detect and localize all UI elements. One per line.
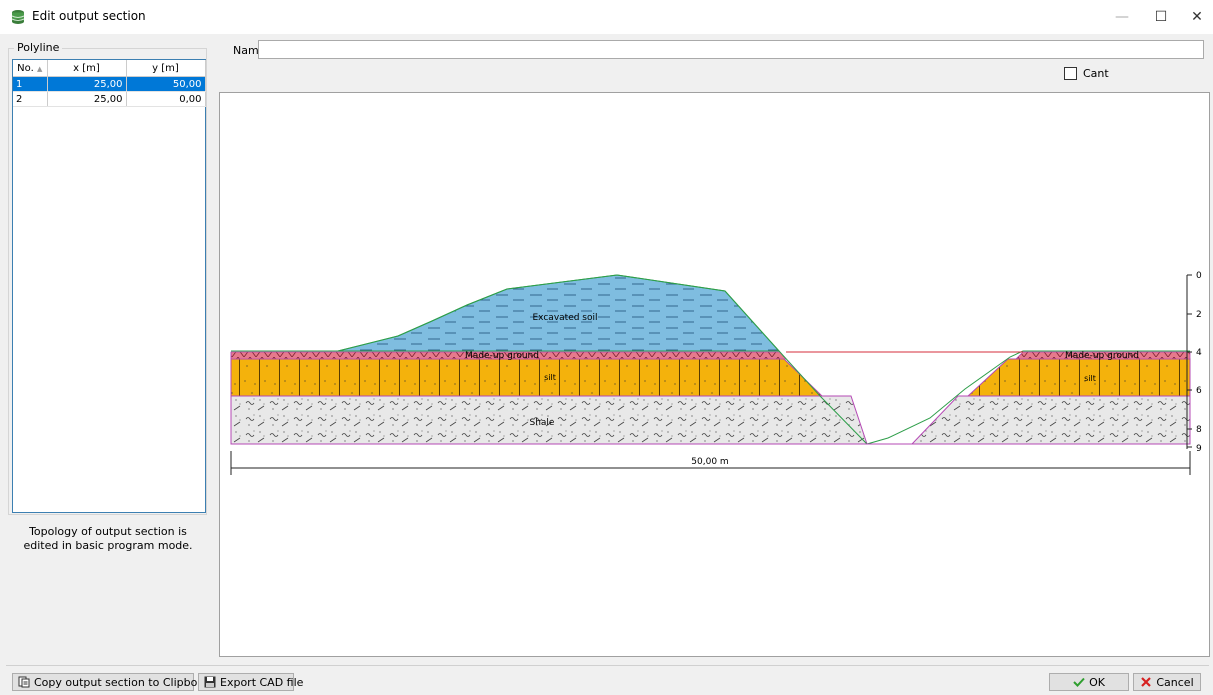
label-madeup-right: Made-up ground xyxy=(1065,351,1139,361)
silt-layer-right xyxy=(966,358,1191,397)
table-row[interactable]: 1 25,00 50,00 xyxy=(13,76,206,92)
depth-tick: 0 xyxy=(1196,271,1202,281)
ok-button-label: OK xyxy=(1089,675,1105,689)
shale-layer-right xyxy=(910,395,1191,445)
dimension-label: 50,00 m xyxy=(691,457,728,467)
copy-to-clipboard-button[interactable]: Copy output section to Clipboard xyxy=(12,673,215,691)
cross-section-drawing: Excavated soil Made-up ground silt Made-… xyxy=(230,271,1202,475)
checkmark-icon xyxy=(1073,676,1085,688)
label-madeup-left: Made-up ground xyxy=(465,351,539,361)
ok-button[interactable]: OK xyxy=(1049,673,1129,691)
column-header-x[interactable]: x [m] xyxy=(47,60,127,77)
cell-y[interactable]: 50,00 xyxy=(126,76,206,92)
polyline-legend: Polyline xyxy=(14,41,63,54)
cell-x[interactable]: 25,00 xyxy=(47,76,127,92)
cell-x[interactable]: 25,00 xyxy=(47,91,127,107)
depth-tick: 2 xyxy=(1196,310,1202,320)
label-silt: silt xyxy=(544,373,556,382)
depth-tick: 4 xyxy=(1196,348,1202,358)
label-shale: Shale xyxy=(530,418,555,428)
depth-tick: 8 xyxy=(1196,425,1202,435)
window-title: Edit output section xyxy=(32,9,146,23)
cant-label: Cant xyxy=(1083,67,1109,80)
column-header-y[interactable]: y [m] xyxy=(126,60,206,77)
cancel-button[interactable]: Cancel xyxy=(1133,673,1201,691)
name-input[interactable] xyxy=(258,40,1204,59)
title-bar xyxy=(0,0,1213,34)
cell-no[interactable]: 1 xyxy=(13,76,48,92)
polyline-table[interactable]: No. ▲ x [m] y [m] 1 25,00 50,00 2 25,00 … xyxy=(12,59,206,513)
cancel-button-label: Cancel xyxy=(1156,675,1194,689)
sort-asc-icon: ▲ xyxy=(36,64,43,73)
section-canvas[interactable]: Excavated soil Made-up ground silt Made-… xyxy=(219,92,1210,657)
footer-separator xyxy=(6,665,1209,666)
clipboard-icon xyxy=(18,676,30,688)
label-silt-right: silt xyxy=(1084,374,1096,383)
export-button-label: Export CAD file xyxy=(220,675,304,689)
cell-no[interactable]: 2 xyxy=(13,91,48,107)
copy-button-label: Copy output section to Clipboard xyxy=(34,675,216,689)
close-button[interactable]: ✕ xyxy=(1174,0,1213,34)
topology-note: Topology of output section is edited in … xyxy=(23,525,193,552)
database-icon xyxy=(10,9,26,28)
cross-icon xyxy=(1140,676,1152,688)
floppy-disk-icon xyxy=(204,676,216,688)
label-excavated-soil: Excavated soil xyxy=(533,313,598,323)
depth-tick: 6 xyxy=(1196,386,1202,396)
table-row[interactable]: 2 25,00 0,00 xyxy=(13,91,206,107)
cell-y[interactable]: 0,00 xyxy=(126,91,206,107)
depth-tick: 9 xyxy=(1196,444,1202,454)
silt-layer xyxy=(230,358,824,397)
cant-checkbox[interactable] xyxy=(1064,67,1077,80)
column-header-no[interactable]: No. ▲ xyxy=(13,60,48,77)
export-cad-button[interactable]: Export CAD file xyxy=(198,673,303,691)
